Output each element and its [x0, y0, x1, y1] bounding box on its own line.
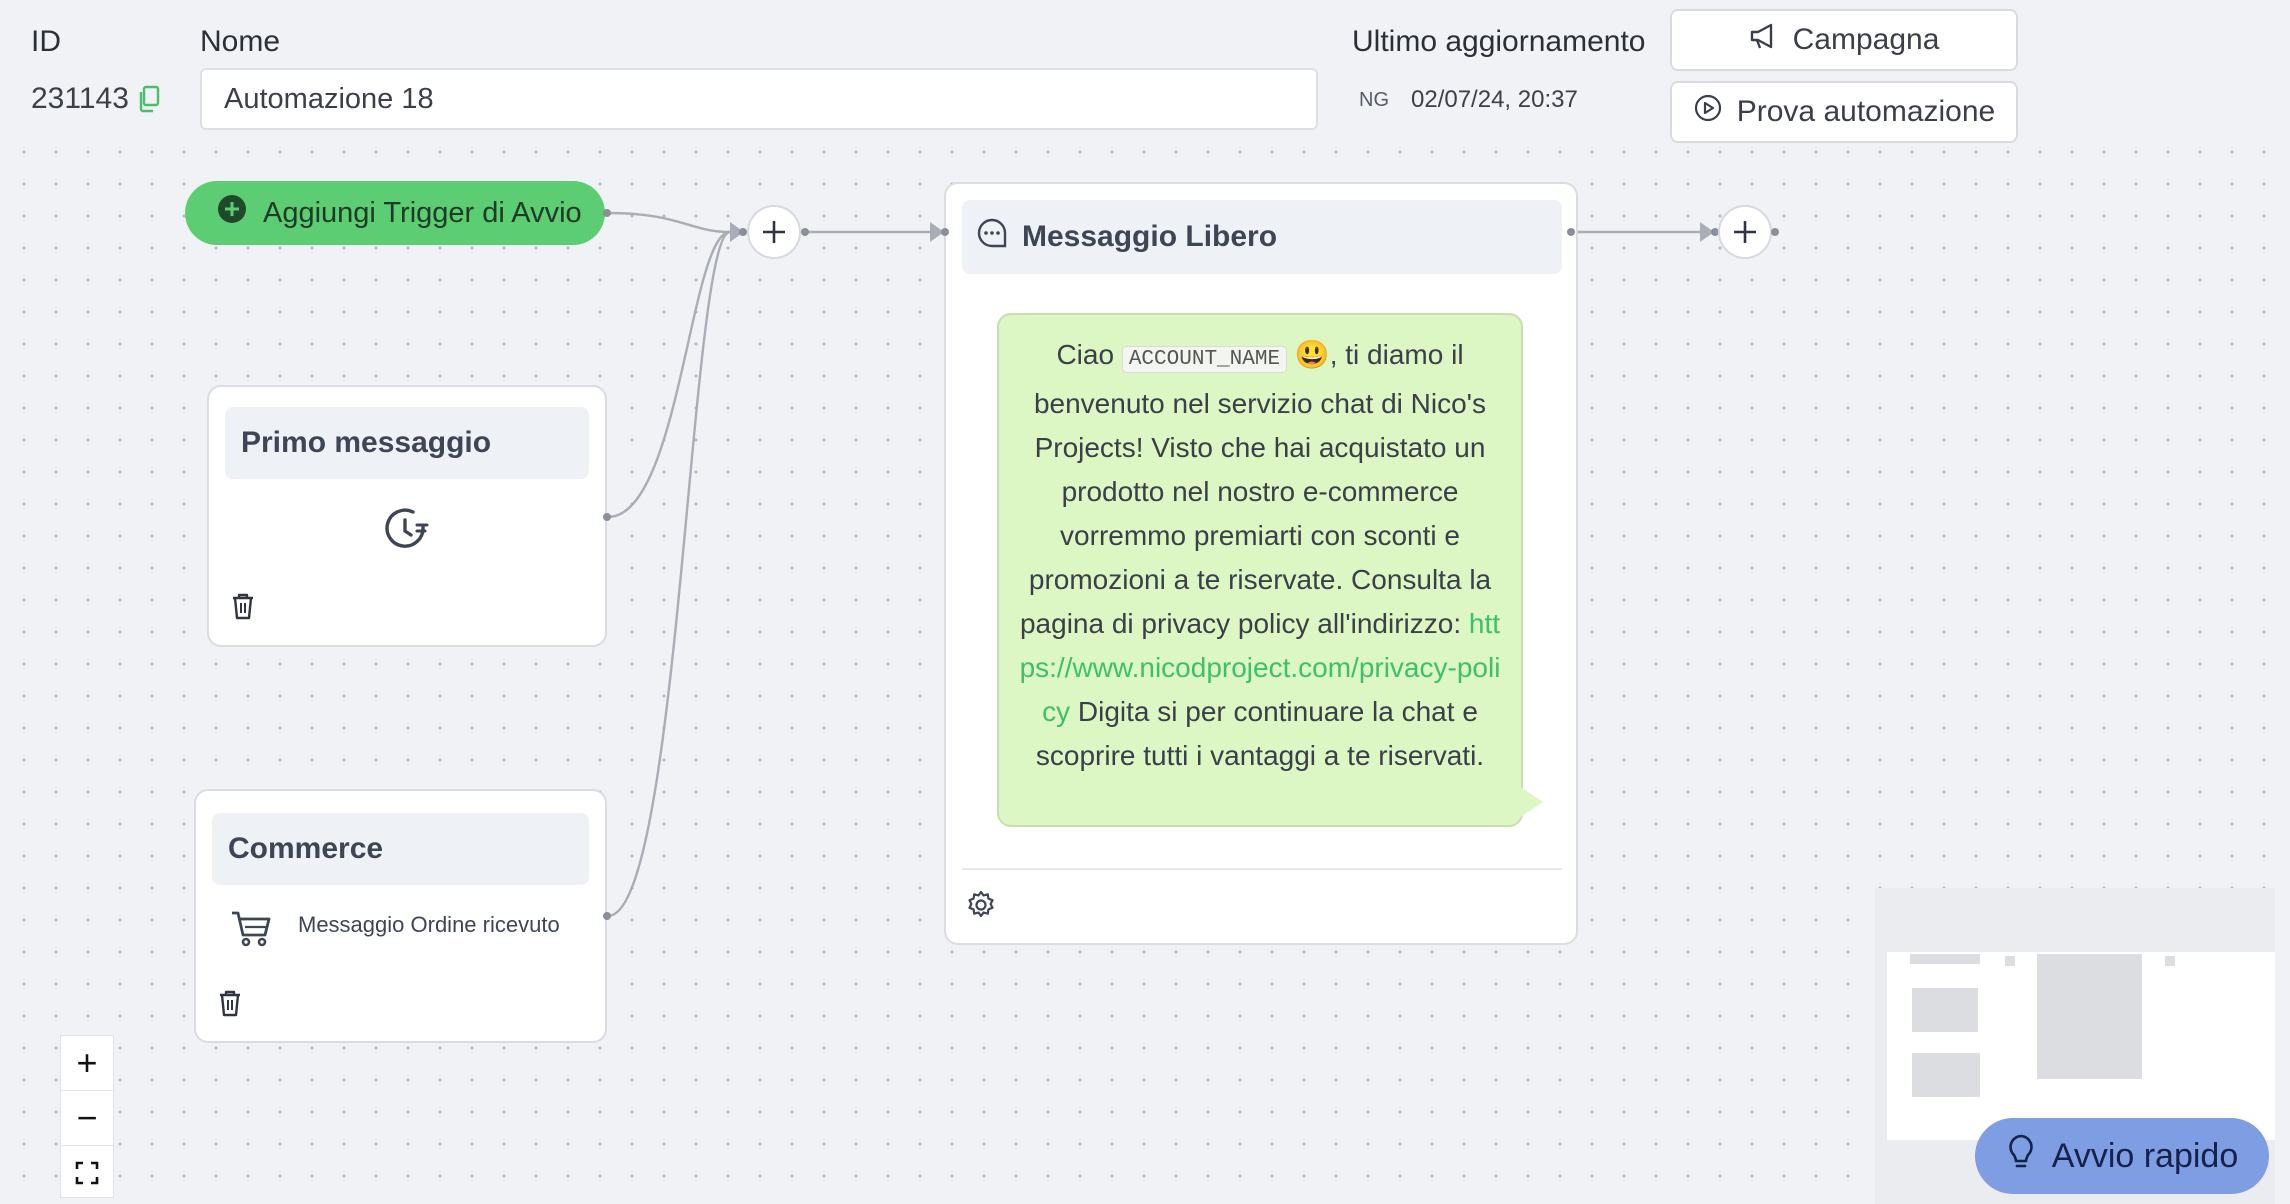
- greeting: Ciao: [1056, 339, 1115, 370]
- add-trigger-label: Aggiungi Trigger di Avvio: [263, 196, 582, 229]
- message-input-handle[interactable]: [941, 228, 949, 236]
- minimap-node: [2037, 954, 2142, 1079]
- zoom-in-button[interactable]: +: [61, 1036, 113, 1091]
- plus-icon: [1734, 221, 1756, 243]
- first-message-output-handle[interactable]: [603, 513, 611, 521]
- delete-trash-icon[interactable]: [231, 592, 255, 625]
- divider: [962, 868, 1562, 870]
- minimap-node: [2005, 956, 2015, 966]
- minimap-node: [1910, 954, 1980, 964]
- plus-icon: [763, 221, 785, 243]
- add-next-step-button[interactable]: [1718, 205, 1772, 259]
- trigger-node-commerce[interactable]: Commerce Messaggio Ordine ricevuto: [194, 789, 607, 1043]
- zoom-out-button[interactable]: −: [61, 1091, 113, 1146]
- emoji: 😃: [1294, 339, 1330, 370]
- plus-circle-icon: [217, 194, 247, 232]
- minimap-node: [1912, 1053, 1980, 1097]
- cart-icon: [230, 909, 272, 952]
- delete-trash-icon[interactable]: [218, 989, 242, 1022]
- fit-view-button[interactable]: [61, 1146, 113, 1200]
- add-step-button[interactable]: [747, 205, 801, 259]
- message-text-part2: Digita si per continuare la chat e scopr…: [1035, 696, 1485, 771]
- node-title: Primo messaggio: [225, 407, 589, 479]
- settings-gear-icon[interactable]: [966, 890, 996, 925]
- trigger-node-first-message[interactable]: Primo messaggio: [207, 385, 607, 647]
- quick-start-label: Avvio rapido: [2051, 1136, 2239, 1175]
- message-text-part1: , ti diamo il benvenuto nel servizio cha…: [1019, 339, 1492, 639]
- quick-start-button[interactable]: Avvio rapido: [1975, 1118, 2269, 1194]
- bubble-tail: [1519, 786, 1543, 818]
- variable-tag: ACCOUNT_NAME: [1121, 346, 1288, 373]
- message-bubble[interactable]: Ciao ACCOUNT_NAME 😃, ti diamo il benvenu…: [997, 313, 1523, 827]
- zoom-in-icon: +: [76, 1042, 98, 1083]
- minimap-node: [1912, 988, 1978, 1032]
- commerce-output-handle[interactable]: [603, 912, 611, 920]
- lightbulb-icon: [2006, 1133, 2036, 1180]
- minimap-node: [2165, 956, 2175, 966]
- clock-rotate-icon: [383, 507, 431, 558]
- trigger-output-handle[interactable]: [603, 209, 611, 217]
- add-trigger-button[interactable]: Aggiungi Trigger di Avvio: [185, 181, 605, 245]
- message-node-title: Messaggio Libero: [1022, 220, 1278, 253]
- node-title: Commerce: [212, 813, 589, 885]
- message-node-header: Messaggio Libero: [962, 200, 1562, 274]
- plus-input-handle[interactable]: [739, 228, 747, 236]
- commerce-subtitle: Messaggio Ordine ricevuto: [298, 912, 560, 937]
- message-output-handle[interactable]: [1567, 228, 1575, 236]
- plus2-output-handle[interactable]: [1771, 228, 1779, 236]
- zoom-controls: + −: [60, 1035, 114, 1198]
- fit-view-icon: [75, 1161, 99, 1185]
- chat-bubble-icon: [976, 217, 1008, 257]
- zoom-out-icon: −: [76, 1097, 98, 1138]
- plus-output-handle[interactable]: [801, 228, 809, 236]
